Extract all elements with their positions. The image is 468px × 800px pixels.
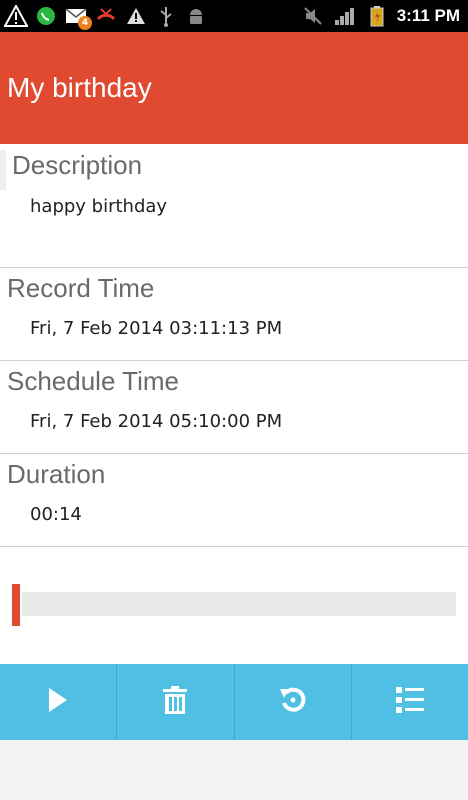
playback-seekbar[interactable] xyxy=(12,584,456,626)
record-time-label: Record Time xyxy=(7,273,155,303)
seekbar-thumb[interactable] xyxy=(12,584,20,626)
android-debug-icon xyxy=(184,4,208,28)
description-label: Description xyxy=(12,150,143,180)
description-value: happy birthday xyxy=(30,196,168,217)
status-bar: 4 3:11 PM xyxy=(0,0,468,32)
play-button[interactable] xyxy=(0,664,118,740)
replay-button[interactable] xyxy=(235,664,352,740)
section-marker xyxy=(0,150,6,190)
seekbar-track[interactable] xyxy=(22,592,456,616)
warning-icon xyxy=(4,4,28,28)
play-icon xyxy=(46,686,70,718)
duration-label: Duration xyxy=(7,459,106,489)
duration-value: 00:14 xyxy=(30,504,82,525)
title-bar: My birthday xyxy=(0,32,468,144)
description-section: Description happy birthday xyxy=(0,144,468,268)
schedule-time-section: Schedule Time Fri, 7 Feb 2014 05:10:00 P… xyxy=(0,361,468,454)
battery-icon xyxy=(365,4,389,28)
list-button[interactable] xyxy=(352,664,468,740)
delete-button[interactable] xyxy=(117,664,235,740)
replay-icon xyxy=(278,685,308,719)
warning-icon xyxy=(124,4,148,28)
whatsapp-icon xyxy=(34,4,58,28)
list-icon xyxy=(395,685,425,719)
page-title: My birthday xyxy=(7,72,152,103)
notification-badge: 4 xyxy=(78,16,92,30)
status-clock: 3:11 PM xyxy=(396,6,460,25)
duration-section: Duration 00:14 xyxy=(0,454,468,547)
schedule-time-value: Fri, 7 Feb 2014 05:10:00 PM xyxy=(30,411,283,432)
trash-icon xyxy=(162,685,188,719)
usb-icon xyxy=(154,4,178,28)
schedule-time-label: Schedule Time xyxy=(7,366,179,396)
mute-icon xyxy=(301,4,325,28)
record-time-section: Record Time Fri, 7 Feb 2014 03:11:13 PM xyxy=(0,268,468,361)
missed-call-icon xyxy=(94,4,118,28)
empty-area xyxy=(0,740,468,800)
playback-toolbar xyxy=(0,664,468,740)
email-icon: 4 xyxy=(64,4,92,30)
record-time-value: Fri, 7 Feb 2014 03:11:13 PM xyxy=(30,318,283,339)
signal-icon xyxy=(333,4,357,28)
details-panel: Description happy birthday Record Time F… xyxy=(0,144,468,664)
